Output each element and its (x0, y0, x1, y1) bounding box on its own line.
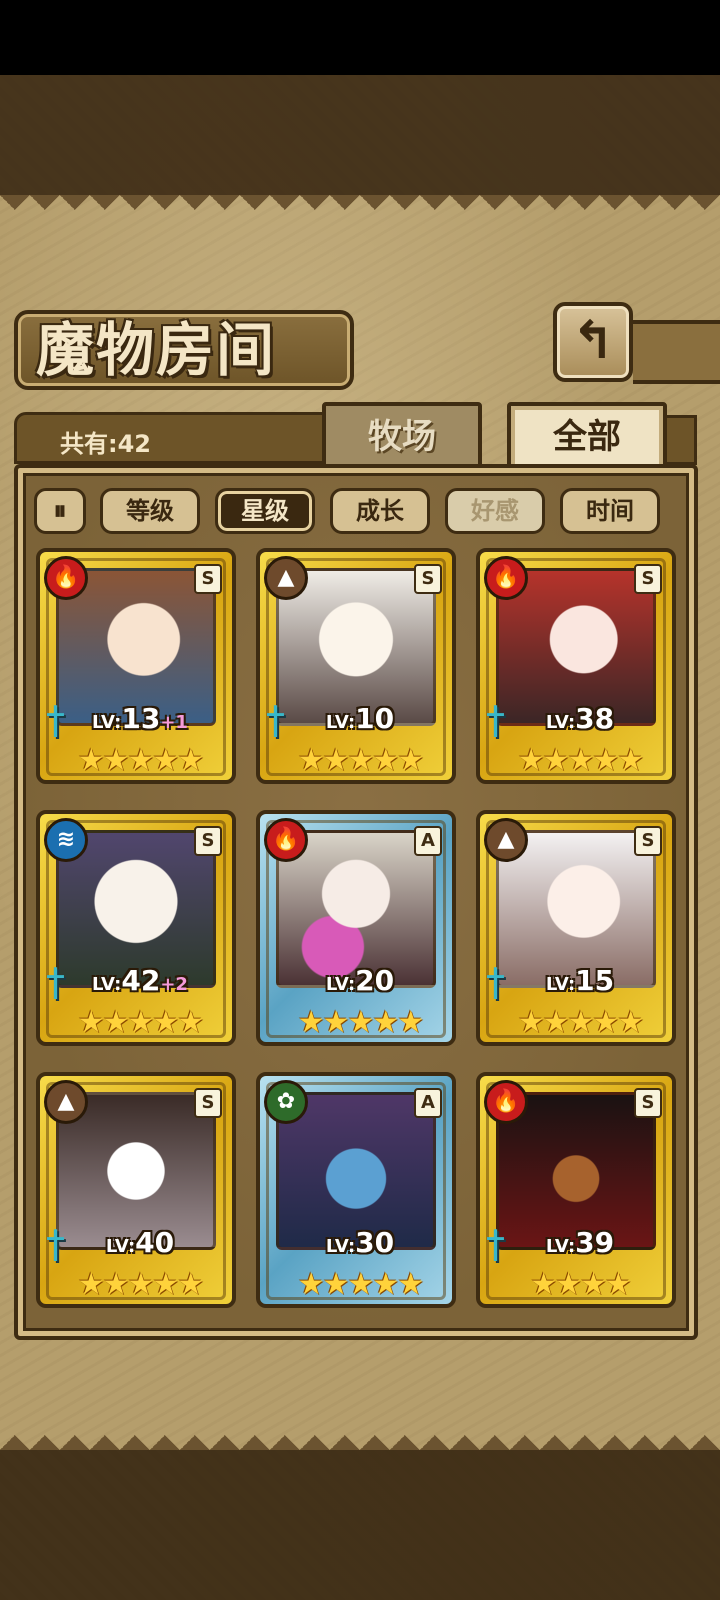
level-prefix: LV: (325, 712, 356, 733)
monster-card[interactable]: ▲ S † LV:10 ★★★★★ (256, 548, 456, 784)
monster-card[interactable]: 🔥 S † LV:39 ★★★★ (476, 1072, 676, 1308)
level-label: LV:39 (480, 1226, 680, 1259)
level-label: LV:10 (260, 702, 460, 735)
status-bar (0, 0, 720, 75)
wood-element-icon: ✿ (264, 1080, 308, 1124)
star-rating: ★★★★★ (77, 743, 204, 778)
monster-count: 共有:42 (60, 430, 151, 458)
fire-element-icon: 🔥 (484, 556, 528, 600)
level-prefix: LV: (325, 974, 356, 995)
back-button-rail (633, 320, 720, 384)
star-rating: ★★★★★ (297, 1005, 424, 1040)
monster-card[interactable]: ▲ S † LV:40 ★★★★★ (36, 1072, 236, 1308)
sort-growth-button[interactable]: 成长 (330, 488, 430, 534)
monster-card[interactable]: 🔥 A LV:20 ★★★★★ (256, 810, 456, 1046)
level-bonus: +2 (160, 974, 188, 995)
rank-badge: S (194, 826, 222, 856)
level-label: LV:30 (260, 1226, 460, 1259)
level-prefix: LV: (92, 712, 122, 733)
star-rating: ★★★★ (530, 1267, 632, 1302)
parchment-edge-top (0, 195, 720, 225)
sort-order-toggle-icon: ⏸ (53, 496, 67, 526)
fire-element-icon: 🔥 (44, 556, 88, 600)
earth-element-icon: ▲ (44, 1080, 88, 1124)
level-label: LV:13+1 (40, 702, 240, 735)
water-element-icon: ≋ (44, 818, 88, 862)
level-value: 40 (135, 1226, 175, 1259)
monster-card[interactable]: ≋ S † LV:42+2 ★★★★★ (36, 810, 236, 1046)
tab-farm[interactable]: 牧场 (322, 402, 482, 472)
rank-badge: S (634, 564, 662, 594)
star-rating: ★★★★★ (517, 1005, 644, 1040)
rank-badge: S (634, 1088, 662, 1118)
tab-rail (667, 415, 697, 465)
level-label: LV:20 (260, 964, 460, 997)
rank-badge: S (194, 1088, 222, 1118)
level-label: LV:42+2 (40, 964, 240, 997)
sort-star-button[interactable]: 星级 (215, 488, 315, 534)
page-title: 魔物房间 (36, 316, 277, 384)
earth-element-icon: ▲ (484, 818, 528, 862)
rank-badge: S (414, 564, 442, 594)
level-prefix: LV: (545, 1236, 576, 1257)
sort-affection-button[interactable]: 好感 (445, 488, 545, 534)
level-value: 15 (575, 964, 615, 997)
star-rating: ★★★★★ (297, 743, 424, 778)
star-rating: ★★★★★ (517, 743, 644, 778)
monster-card[interactable]: 🔥 S † LV:13+1 ★★★★★ (36, 548, 236, 784)
level-label: LV:38 (480, 702, 680, 735)
level-value: 39 (575, 1226, 615, 1259)
rank-badge: S (194, 564, 222, 594)
parchment-edge-bottom (0, 1420, 720, 1450)
star-rating: ★★★★★ (77, 1005, 204, 1040)
rank-badge: A (414, 1088, 442, 1118)
map-shade-top (0, 75, 720, 195)
sort-order-toggle-button[interactable]: ⏸ (34, 488, 86, 534)
star-rating: ★★★★★ (297, 1267, 424, 1302)
back-button[interactable]: ↰ (553, 302, 633, 382)
level-value: 10 (355, 702, 395, 735)
sort-level-button[interactable]: 等级 (100, 488, 200, 534)
earth-element-icon: ▲ (264, 556, 308, 600)
level-value: 20 (355, 964, 395, 997)
tab-all[interactable]: 全部 (507, 402, 667, 472)
level-bonus: +1 (160, 712, 188, 733)
level-prefix: LV: (92, 974, 122, 995)
level-value: 13 (121, 702, 161, 735)
level-label: LV:15 (480, 964, 680, 997)
back-arrow-icon: ↰ (571, 311, 615, 371)
level-value: 42 (121, 964, 161, 997)
star-rating: ★★★★★ (77, 1267, 204, 1302)
rank-badge: A (414, 826, 442, 856)
level-value: 30 (355, 1226, 395, 1259)
level-prefix: LV: (105, 1236, 136, 1257)
fire-element-icon: 🔥 (484, 1080, 528, 1124)
monster-card[interactable]: ✿ A LV:30 ★★★★★ (256, 1072, 456, 1308)
rank-badge: S (634, 826, 662, 856)
map-shade-bottom (0, 1450, 720, 1600)
monster-card[interactable]: ▲ S † LV:15 ★★★★★ (476, 810, 676, 1046)
level-prefix: LV: (545, 712, 576, 733)
sort-time-button[interactable]: 时间 (560, 488, 660, 534)
monster-card[interactable]: 🔥 S † LV:38 ★★★★★ (476, 548, 676, 784)
level-label: LV:40 (40, 1226, 240, 1259)
level-prefix: LV: (545, 974, 576, 995)
level-prefix: LV: (325, 1236, 356, 1257)
level-value: 38 (575, 702, 615, 735)
fire-element-icon: 🔥 (264, 818, 308, 862)
